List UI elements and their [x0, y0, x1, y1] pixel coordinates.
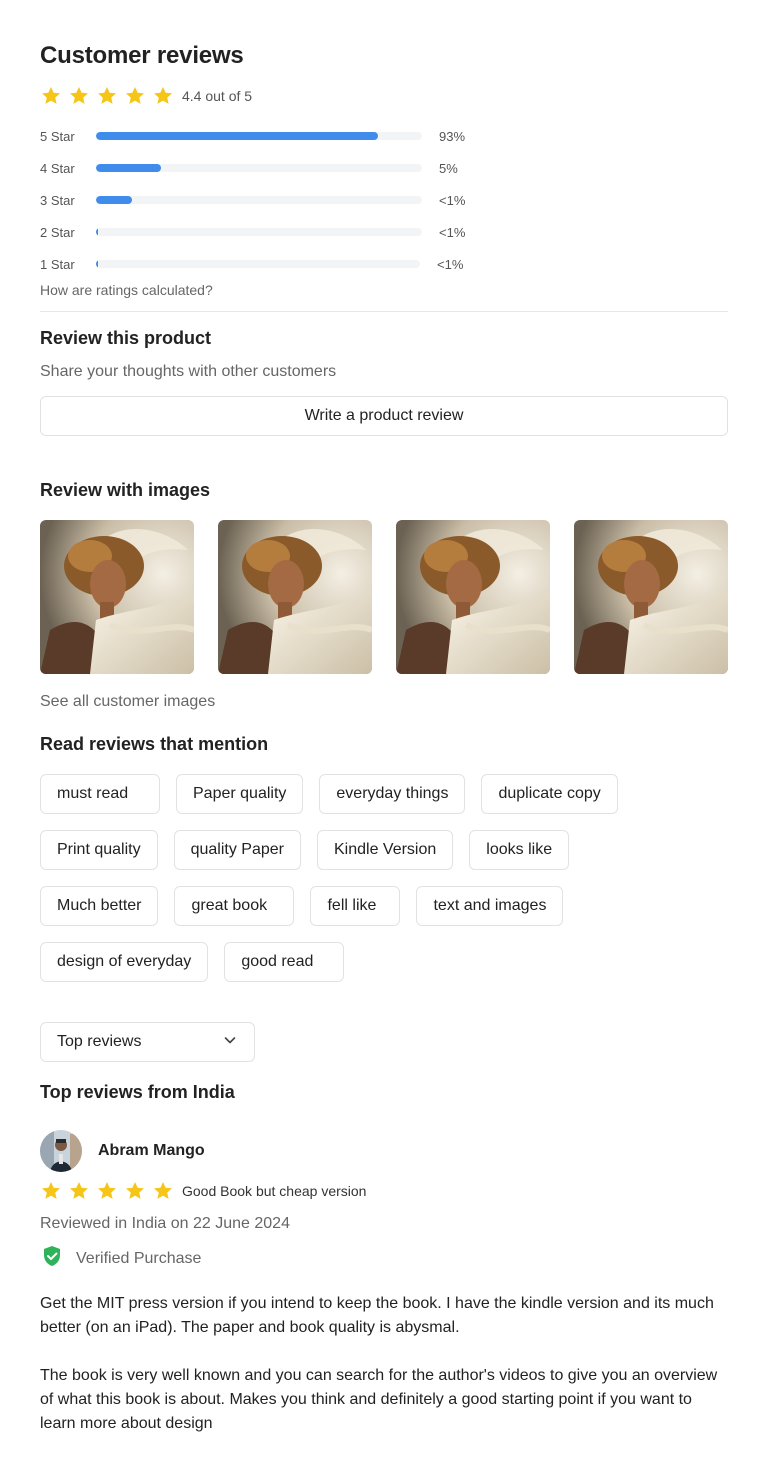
histogram-track — [96, 132, 422, 140]
review-date: Reviewed in India on 22 June 2024 — [40, 1215, 290, 1232]
chip-row: design of everyday good read — [40, 942, 740, 982]
histogram-label: 4 Star — [40, 160, 75, 176]
mention-chip[interactable]: quality Paper — [173, 830, 301, 870]
review-images-heading: Review with images — [40, 480, 211, 500]
customer-image[interactable] — [396, 520, 550, 674]
sort-value: Top reviews — [57, 1033, 142, 1050]
star-icon — [152, 85, 174, 107]
histogram-row-3[interactable]: 3 Star <1% — [40, 184, 480, 216]
histogram-fill — [96, 196, 132, 204]
histogram-row-5[interactable]: 5 Star 93% — [40, 120, 480, 152]
review-rating: Good Book but cheap version — [40, 1180, 366, 1202]
mention-chip[interactable]: Paper quality — [176, 774, 304, 814]
overall-rating-text: 4.4 out of 5 — [182, 88, 253, 104]
histogram-fill — [96, 132, 378, 140]
see-all-images-link[interactable]: See all customer images — [40, 693, 215, 711]
review-body-paragraph: Get the MIT press version if you intend … — [40, 1295, 714, 1336]
avatar[interactable] — [40, 1130, 82, 1172]
verified-purchase: Verified Purchase — [40, 1244, 201, 1273]
histogram-label: 1 Star — [40, 256, 75, 272]
reviewer: Abram Mango — [40, 1130, 205, 1172]
customer-image[interactable] — [218, 520, 372, 674]
mention-chip[interactable]: great book — [174, 886, 295, 926]
histogram-label: 3 Star — [40, 192, 75, 208]
verified-label: Verified Purchase — [76, 1249, 202, 1267]
review-product-subtitle: Share your thoughts with other customers — [40, 363, 337, 380]
star-icon — [40, 1180, 62, 1202]
histogram-track — [96, 196, 422, 204]
mention-chip[interactable]: design of everyday — [40, 942, 209, 982]
histogram-percent: <1% — [437, 256, 464, 272]
review-body-paragraph: The book is very well known and you can … — [40, 1367, 718, 1432]
customer-image[interactable] — [40, 520, 194, 674]
page-title: Customer reviews — [40, 42, 244, 69]
mention-chip[interactable]: Print quality — [40, 830, 158, 870]
mention-chip[interactable]: text and images — [416, 886, 564, 926]
mention-chip[interactable]: looks like — [469, 830, 570, 870]
mention-chip[interactable]: duplicate copy — [481, 774, 618, 814]
histogram-fill — [96, 164, 161, 172]
histogram-row-1[interactable]: 1 Star <1% — [40, 248, 480, 280]
divider — [40, 311, 728, 312]
star-icon — [68, 1180, 90, 1202]
review-headline[interactable]: Good Book but cheap version — [182, 1183, 366, 1199]
histogram-row-4[interactable]: 4 Star 5% — [40, 152, 480, 184]
star-icon — [124, 1180, 146, 1202]
star-icon — [96, 1180, 118, 1202]
chip-row: Much better great book fell like text an… — [40, 886, 740, 926]
mention-chip[interactable]: Kindle Version — [316, 830, 454, 870]
reviewer-name[interactable]: Abram Mango — [98, 1142, 205, 1160]
verified-shield-icon — [40, 1244, 76, 1273]
review-images — [40, 520, 728, 674]
chevron-down-icon — [222, 1032, 238, 1053]
mention-chips: must read Paper quality everyday things … — [40, 774, 740, 998]
histogram-label: 2 Star — [40, 224, 75, 240]
histogram-percent: 5% — [439, 160, 458, 176]
histogram-row-2[interactable]: 2 Star <1% — [40, 216, 480, 248]
sort-reviews-select[interactable]: Top reviews — [40, 1022, 255, 1062]
customer-image[interactable] — [574, 520, 728, 674]
mentions-heading: Read reviews that mention — [40, 734, 269, 754]
mention-chip[interactable]: good read — [224, 942, 345, 982]
review-product-heading: Review this product — [40, 328, 212, 348]
star-icon — [124, 85, 146, 107]
review-stars — [40, 1180, 180, 1202]
histogram-label: 5 Star — [40, 128, 75, 144]
mention-chip[interactable]: must read — [40, 774, 160, 814]
histogram-fill — [96, 260, 98, 268]
star-icon — [40, 85, 62, 107]
chip-row: must read Paper quality everyday things … — [40, 774, 740, 814]
how-ratings-link[interactable]: How are ratings calculated? — [40, 282, 213, 298]
histogram-track — [96, 228, 422, 236]
rating-histogram: 5 Star 93% 4 Star 5% 3 Star <1% 2 Star <… — [40, 120, 480, 280]
histogram-percent: <1% — [439, 192, 466, 208]
histogram-percent: 93% — [439, 128, 466, 144]
histogram-percent: <1% — [439, 224, 466, 240]
top-reviews-heading: Top reviews from India — [40, 1082, 235, 1102]
histogram-fill — [96, 228, 98, 236]
histogram-track — [96, 260, 420, 268]
overall-rating: 4.4 out of 5 — [40, 85, 252, 107]
overall-stars — [40, 85, 180, 107]
mention-chip[interactable]: fell like — [310, 886, 401, 926]
mention-chip[interactable]: everyday things — [319, 774, 466, 814]
write-review-button[interactable]: Write a product review — [40, 396, 728, 436]
star-icon — [96, 85, 118, 107]
mention-chip[interactable]: Much better — [40, 886, 159, 926]
star-icon — [68, 85, 90, 107]
star-icon — [152, 1180, 174, 1202]
chip-row: Print quality quality Paper Kindle Versi… — [40, 830, 740, 870]
histogram-track — [96, 164, 422, 172]
